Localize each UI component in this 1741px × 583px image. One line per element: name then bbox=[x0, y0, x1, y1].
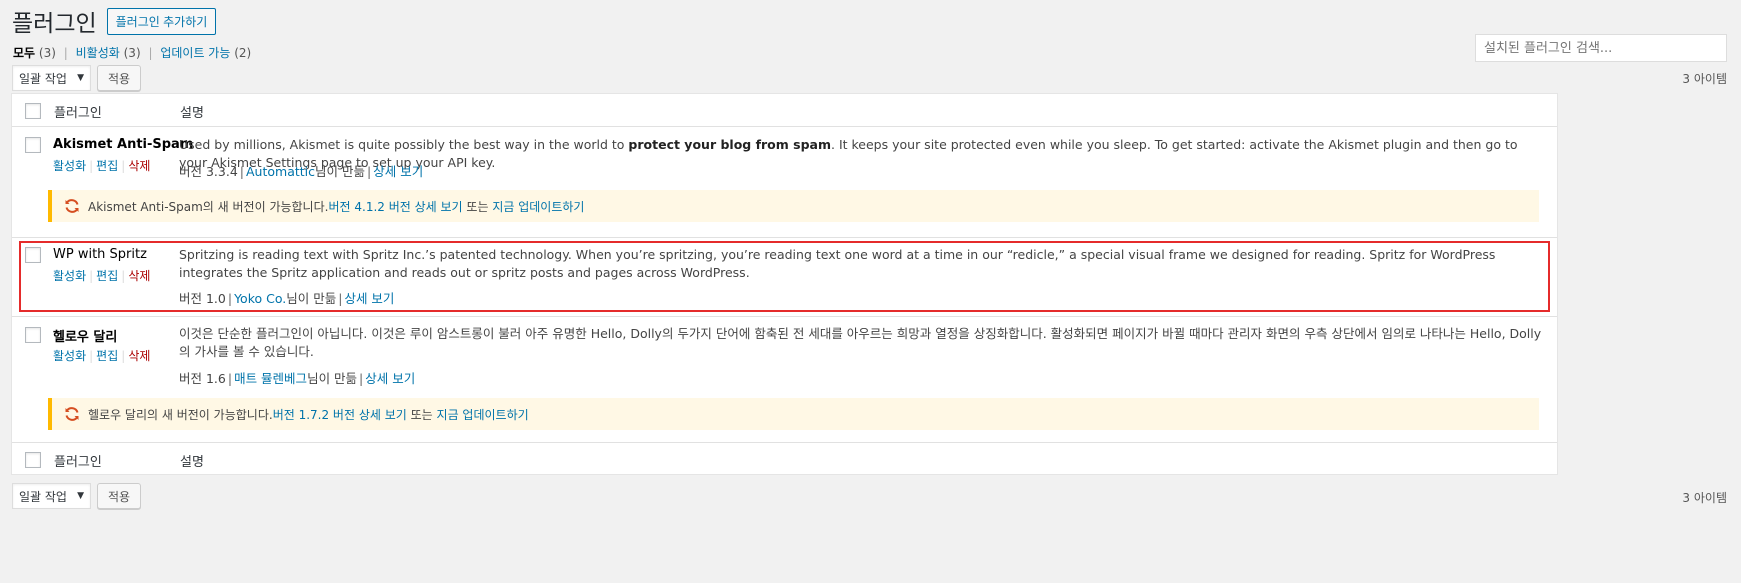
action-separator: | bbox=[89, 159, 94, 173]
apply-button-bottom[interactable]: 적용 bbox=[97, 483, 142, 509]
update-notice-or: 또는 bbox=[406, 407, 437, 422]
meta-separator: | bbox=[239, 164, 244, 179]
plugin-row-actions: 활성화 | 편집 | 삭제 bbox=[53, 267, 150, 284]
activate-link[interactable]: 활성화 bbox=[53, 349, 86, 363]
action-separator: | bbox=[121, 159, 126, 173]
view-details-link[interactable]: 상세 보기 bbox=[365, 371, 415, 386]
column-header-description: 설명 bbox=[180, 106, 204, 121]
delete-link[interactable]: 삭제 bbox=[128, 269, 150, 283]
update-notice: Akismet Anti-Spam의 새 버전이 가능합니다. 버전 4.1.2… bbox=[48, 190, 1539, 222]
bulk-action-label: 일괄 작업 bbox=[19, 489, 67, 504]
action-separator: | bbox=[121, 269, 126, 283]
plugin-author-link[interactable]: Automattic bbox=[246, 164, 315, 179]
filter-update-count: (2) bbox=[234, 46, 252, 60]
meta-separator: | bbox=[359, 371, 364, 386]
plugin-author-link[interactable]: 매트 뮬렌베그 bbox=[234, 371, 307, 386]
filter-separator: | bbox=[63, 46, 68, 60]
plugin-version: 버전 1.6 bbox=[179, 371, 226, 386]
update-notice-text: Akismet Anti-Spam의 새 버전이 가능합니다. bbox=[88, 199, 329, 214]
bulk-action-select-bottom[interactable]: 일괄 작업 ▼ bbox=[12, 483, 91, 509]
filter-all-count: (3) bbox=[38, 46, 56, 60]
select-all-checkbox-footer[interactable] bbox=[25, 452, 41, 468]
plugin-meta: 버전 3.3.4 | Automattic님이 만듦 | 상세 보기 bbox=[179, 161, 423, 180]
view-version-details-link[interactable]: 버전 4.1.2 버전 상세 보기 bbox=[328, 198, 462, 215]
action-separator: | bbox=[89, 269, 94, 283]
plugin-checkbox[interactable] bbox=[25, 247, 41, 263]
tablenav-top: 일괄 작업 ▼ 적용 bbox=[12, 65, 142, 91]
plugin-meta: 버전 1.6 | 매트 뮬렌베그님이 만듦 | 상세 보기 bbox=[179, 368, 415, 387]
plugin-name: Akismet Anti-Spam bbox=[53, 137, 194, 152]
update-refresh-icon bbox=[65, 407, 79, 421]
plugin-description: 이것은 단순한 플러그인이 아닙니다. 이것은 루이 암스트롱이 불러 아주 유… bbox=[179, 326, 1542, 359]
table-footer-row: 플러그인 설명 bbox=[12, 443, 1557, 475]
meta-separator: | bbox=[227, 291, 233, 306]
description-text: Used by millions, Akismet is quite possi… bbox=[179, 137, 629, 152]
meta-separator: | bbox=[338, 291, 343, 306]
plugin-author-link[interactable]: Yoko Co. bbox=[234, 291, 286, 306]
author-suffix: 님이 만듦 bbox=[315, 164, 365, 179]
edit-link[interactable]: 편집 bbox=[96, 349, 118, 363]
add-new-plugin-button[interactable]: 플러그인 추가하기 bbox=[106, 7, 217, 35]
view-details-link[interactable]: 상세 보기 bbox=[344, 291, 394, 306]
update-notice-or: 또는 bbox=[462, 199, 493, 214]
plugin-row-akismet: Akismet Anti-Spam 활성화 | 편집 | 삭제 Used by mill… bbox=[12, 127, 1557, 237]
update-refresh-icon bbox=[65, 199, 79, 213]
status-filters: 모두 (3) | 비활성화 (3) | 업데이트 가능 (2) bbox=[13, 44, 251, 61]
page-header: 플러그인 플러그인 추가하기 bbox=[12, 4, 217, 38]
plugin-version: 버전 3.3.4 bbox=[179, 164, 238, 179]
tablenav-bottom: 일괄 작업 ▼ 적용 bbox=[12, 483, 142, 509]
description-bold-text: protect your blog from spam bbox=[628, 137, 831, 152]
view-version-details-link[interactable]: 버전 1.7.2 버전 상세 보기 bbox=[273, 406, 407, 423]
filter-inactive[interactable]: 비활성화 bbox=[76, 46, 120, 60]
action-separator: | bbox=[121, 349, 126, 363]
bulk-action-select[interactable]: 일괄 작업 ▼ bbox=[12, 65, 91, 91]
edit-link[interactable]: 편집 bbox=[96, 269, 118, 283]
items-count-top: 3 아이템 bbox=[1682, 72, 1727, 86]
action-separator: | bbox=[89, 349, 94, 363]
dropdown-arrow-icon: ▼ bbox=[77, 73, 84, 83]
filter-inactive-count: (3) bbox=[123, 46, 141, 60]
plugin-row-actions: 활성화 | 편집 | 삭제 bbox=[53, 157, 150, 174]
apply-button[interactable]: 적용 bbox=[97, 65, 142, 91]
plugins-table: 플러그인 설명 Akismet Anti-Spam 활성화 | 편집 | 삭제 Used… bbox=[11, 93, 1558, 475]
plugin-search-input[interactable] bbox=[1475, 34, 1727, 62]
plugin-version: 버전 1.0 bbox=[179, 291, 226, 306]
page-title: 플러그인 bbox=[12, 11, 97, 37]
table-header-row: 플러그인 설명 bbox=[12, 94, 1557, 126]
update-notice-text: 헬로우 달리의 새 버전이 가능합니다. bbox=[88, 407, 273, 422]
plugin-checkbox[interactable] bbox=[25, 137, 41, 153]
filter-separator: | bbox=[148, 46, 153, 60]
bulk-action-label: 일괄 작업 bbox=[19, 71, 67, 86]
select-all-checkbox[interactable] bbox=[25, 103, 41, 119]
update-now-link[interactable]: 지금 업데이트하기 bbox=[492, 198, 584, 215]
plugin-description: Spritzing is reading text with Spritz In… bbox=[179, 247, 1496, 280]
edit-link[interactable]: 편집 bbox=[96, 159, 118, 173]
update-now-link[interactable]: 지금 업데이트하기 bbox=[437, 406, 529, 423]
column-header-plugin: 플러그인 bbox=[54, 106, 102, 121]
plugin-meta: 버전 1.0 | Yoko Co.님이 만듦 | 상세 보기 bbox=[179, 288, 394, 307]
plugin-checkbox[interactable] bbox=[25, 327, 41, 343]
plugin-name: 헬로우 달리 bbox=[53, 330, 118, 345]
author-suffix: 님이 만듦 bbox=[307, 371, 358, 386]
view-details-link[interactable]: 상세 보기 bbox=[373, 164, 423, 179]
meta-separator: | bbox=[227, 371, 233, 386]
column-footer-plugin: 플러그인 bbox=[54, 455, 102, 470]
activate-link[interactable]: 활성화 bbox=[53, 159, 86, 173]
filter-all[interactable]: 모두 bbox=[13, 46, 35, 60]
activate-link[interactable]: 활성화 bbox=[53, 269, 86, 283]
plugin-row-wp-with-spritz: WP with Spritz 활성화 | 편집 | 삭제 Spritzing is re… bbox=[12, 238, 1557, 316]
plugin-name: WP with Spritz bbox=[53, 247, 147, 262]
dropdown-arrow-icon: ▼ bbox=[77, 491, 84, 501]
filter-update-available[interactable]: 업데이트 가능 bbox=[160, 46, 230, 60]
meta-separator: | bbox=[367, 164, 372, 179]
delete-link[interactable]: 삭제 bbox=[128, 159, 150, 173]
plugin-row-actions: 활성화 | 편집 | 삭제 bbox=[53, 347, 150, 364]
update-notice: 헬로우 달리의 새 버전이 가능합니다. 버전 1.7.2 버전 상세 보기 또… bbox=[48, 398, 1539, 430]
items-count-bottom: 3 아이템 bbox=[1682, 491, 1727, 505]
plugin-row-hello-dolly: 헬로우 달리 활성화 | 편집 | 삭제 이것은 단순한 플러그인이 아닙니다. 이것은… bbox=[12, 317, 1557, 442]
column-footer-description: 설명 bbox=[180, 455, 204, 470]
author-suffix: 님이 만듦 bbox=[286, 291, 337, 306]
delete-link[interactable]: 삭제 bbox=[128, 349, 150, 363]
